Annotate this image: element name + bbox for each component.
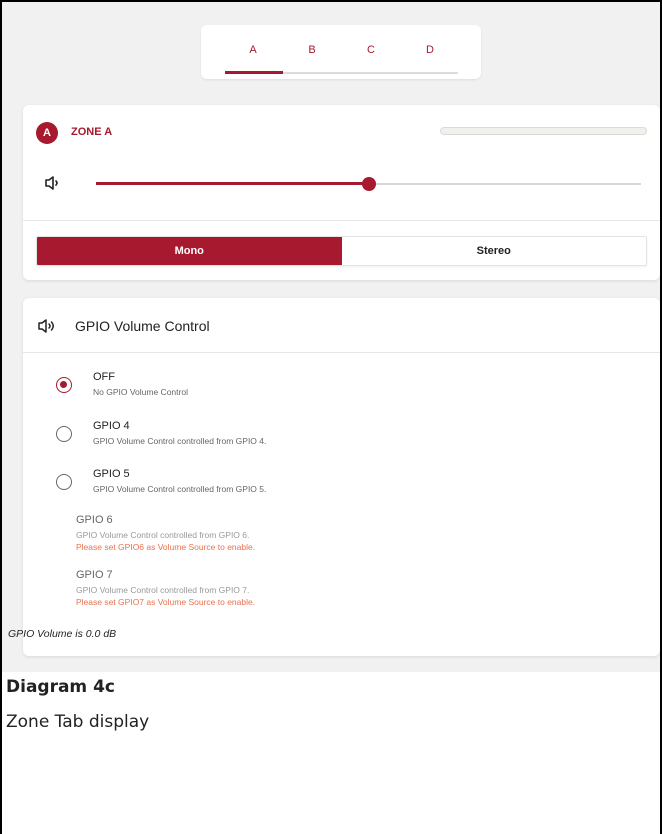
- option-warning: Please set GPIO7 as Volume Source to ena…: [76, 597, 256, 607]
- option-label: GPIO 6: [76, 514, 113, 526]
- tab-c[interactable]: C: [341, 44, 401, 56]
- zone-tabs: A B C D: [201, 25, 481, 79]
- zone-divider: [23, 220, 660, 221]
- gpio-volume-status: GPIO Volume is 0.0 dB: [8, 628, 117, 640]
- gpio-card-title: GPIO Volume Control: [75, 318, 210, 334]
- option-label: GPIO 5: [93, 468, 130, 480]
- zone-name-field[interactable]: [440, 127, 647, 135]
- speaker-icon: [38, 319, 54, 333]
- zone-card: A ZONE A Mono Stereo: [23, 105, 660, 280]
- option-description: GPIO Volume Control controlled from GPIO…: [76, 530, 250, 540]
- tab-a[interactable]: A: [223, 44, 283, 56]
- gpio-divider: [23, 352, 660, 353]
- option-description: GPIO Volume Control controlled from GPIO…: [93, 436, 267, 446]
- tab-d[interactable]: D: [400, 44, 460, 56]
- mono-button[interactable]: Mono: [37, 237, 342, 265]
- tab-b[interactable]: B: [282, 44, 342, 56]
- option-description: GPIO Volume Control controlled from GPIO…: [76, 585, 250, 595]
- zone-title: ZONE A: [71, 126, 113, 138]
- option-warning: Please set GPIO6 as Volume Source to ena…: [76, 542, 256, 552]
- volume-slider-fill: [96, 182, 369, 185]
- volume-slider-thumb[interactable]: [361, 177, 376, 191]
- mono-stereo-toggle: Mono Stereo: [36, 236, 647, 266]
- diagram-caption-subtitle: Zone Tab display: [6, 712, 150, 732]
- volume-slider[interactable]: [96, 175, 641, 193]
- stereo-button[interactable]: Stereo: [341, 237, 646, 265]
- radio-off[interactable]: [56, 377, 72, 393]
- option-description: GPIO Volume Control controlled from GPIO…: [93, 484, 267, 494]
- zone-badge: A: [36, 122, 58, 144]
- gpio-volume-card: GPIO Volume Control OFF No GPIO Volume C…: [23, 298, 660, 656]
- speaker-low-icon[interactable]: [44, 175, 62, 191]
- active-tab-indicator: [225, 71, 283, 74]
- option-description: No GPIO Volume Control: [93, 387, 188, 397]
- option-label: GPIO 4: [93, 420, 130, 432]
- diagram-caption-title: Diagram 4c: [6, 677, 115, 697]
- option-label: GPIO 7: [76, 569, 113, 581]
- option-label: OFF: [93, 371, 115, 383]
- radio-gpio4[interactable]: [56, 426, 72, 442]
- radio-gpio5[interactable]: [56, 474, 72, 490]
